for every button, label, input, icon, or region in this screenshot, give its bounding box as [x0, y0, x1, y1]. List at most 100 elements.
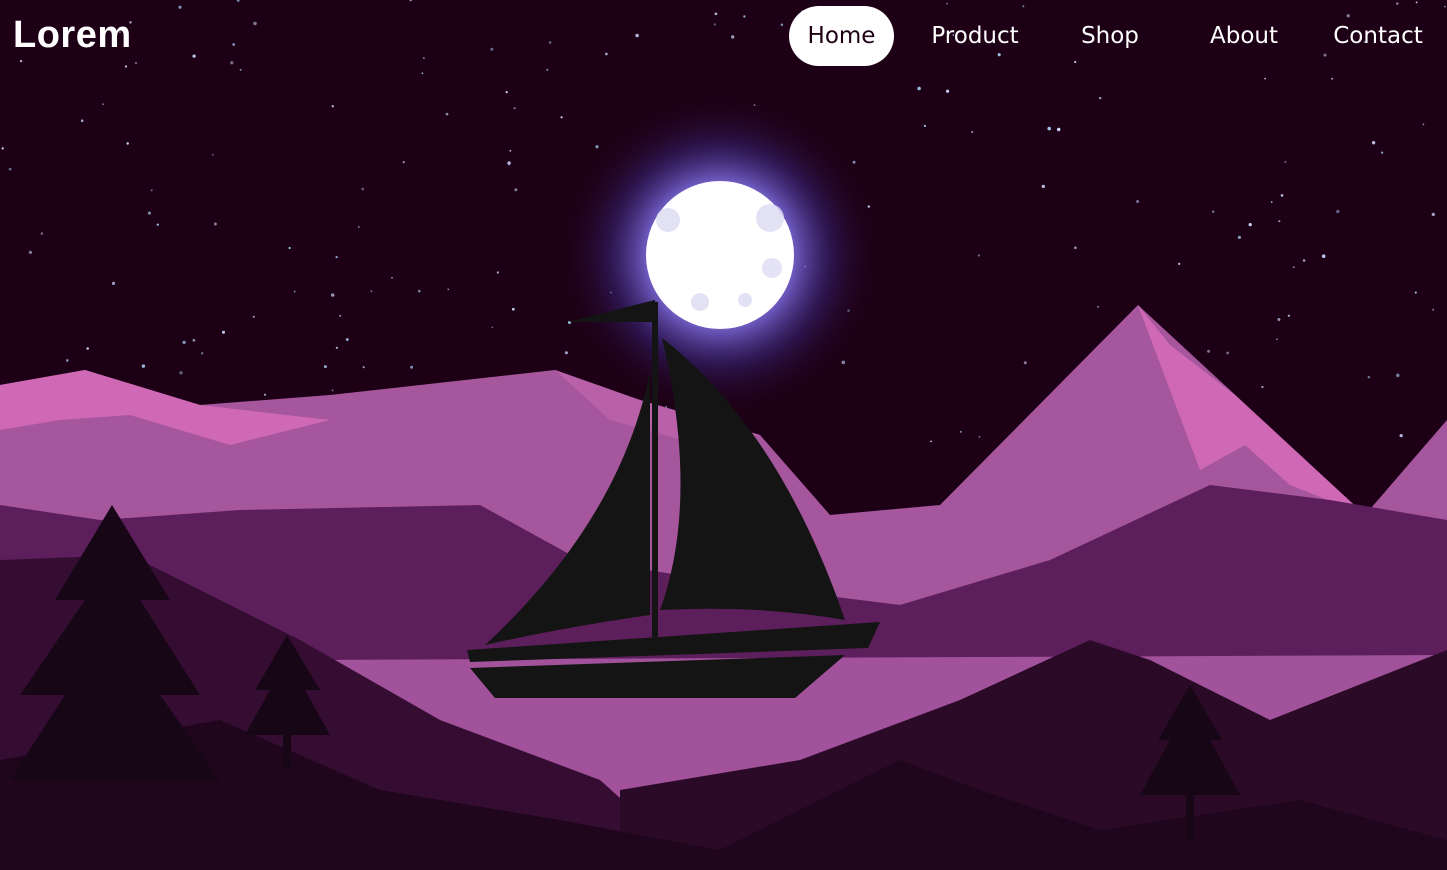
moon-caption: Lorem — [672, 272, 734, 294]
star — [86, 347, 89, 350]
star — [331, 389, 334, 392]
star — [80, 119, 84, 122]
nav-about[interactable]: About — [1198, 6, 1290, 66]
star — [513, 107, 516, 110]
star — [1278, 220, 1281, 223]
star — [263, 393, 267, 396]
star — [923, 124, 927, 128]
star — [147, 211, 151, 215]
star — [1, 147, 4, 150]
star — [514, 188, 518, 192]
nav-home[interactable]: Home — [789, 6, 894, 66]
star — [222, 330, 225, 334]
star — [511, 307, 515, 311]
star — [505, 90, 508, 94]
star — [331, 104, 335, 108]
star — [1264, 77, 1266, 80]
star — [1056, 127, 1061, 132]
star — [971, 131, 974, 133]
star — [370, 290, 373, 293]
star — [977, 254, 980, 257]
star — [1287, 314, 1291, 317]
star — [323, 365, 327, 369]
star — [1367, 375, 1371, 379]
star — [28, 250, 33, 255]
star — [1336, 209, 1340, 214]
star — [192, 338, 196, 342]
star — [410, 365, 414, 369]
star — [852, 160, 856, 164]
star — [339, 314, 342, 317]
star — [1380, 151, 1384, 154]
star — [102, 103, 104, 106]
star — [252, 315, 255, 318]
star — [507, 161, 511, 165]
star — [1280, 194, 1284, 197]
star — [211, 153, 214, 156]
star — [1422, 123, 1425, 126]
star — [1371, 141, 1376, 145]
star — [1321, 254, 1326, 258]
nav-product[interactable]: Product — [920, 6, 1030, 66]
star — [1099, 96, 1102, 100]
star — [509, 149, 512, 152]
star — [564, 351, 568, 355]
star — [150, 189, 153, 192]
star — [1047, 126, 1051, 131]
star — [1261, 385, 1264, 389]
star — [182, 340, 186, 345]
star — [179, 371, 183, 375]
star — [335, 346, 339, 349]
star — [841, 360, 846, 365]
star — [445, 112, 449, 116]
star — [1432, 308, 1435, 311]
star — [8, 167, 12, 171]
star — [1277, 317, 1281, 322]
star — [595, 145, 599, 149]
star — [1414, 291, 1417, 294]
star — [917, 86, 921, 91]
star — [293, 290, 296, 293]
star — [1023, 361, 1027, 365]
star — [1136, 200, 1140, 203]
star — [1270, 201, 1273, 203]
star — [1211, 210, 1215, 214]
star — [141, 364, 146, 368]
star — [567, 320, 572, 324]
star — [496, 271, 500, 274]
star — [345, 338, 349, 341]
star — [1248, 222, 1252, 227]
star — [1292, 266, 1295, 269]
star — [1237, 235, 1241, 239]
star — [156, 223, 160, 226]
star — [1331, 77, 1334, 80]
star — [1041, 184, 1045, 189]
star — [357, 226, 360, 228]
star — [288, 246, 291, 250]
hero-background — [0, 0, 1447, 870]
star — [560, 116, 563, 119]
star — [1302, 259, 1306, 262]
star — [1284, 160, 1287, 163]
star — [1396, 373, 1400, 378]
star — [930, 440, 932, 443]
star — [1074, 246, 1077, 250]
moon — [646, 181, 794, 329]
star — [66, 359, 69, 362]
nav-contact[interactable]: Contact — [1328, 6, 1428, 66]
nav-shop[interactable]: Shop — [1068, 6, 1152, 66]
star — [361, 187, 365, 191]
star — [491, 326, 494, 329]
star — [111, 281, 116, 286]
star — [1226, 351, 1229, 355]
star — [978, 435, 981, 438]
star — [417, 289, 421, 293]
star — [1207, 349, 1211, 353]
star — [1178, 262, 1181, 265]
star — [201, 352, 204, 355]
star — [362, 366, 365, 369]
star — [126, 142, 129, 145]
star — [213, 222, 217, 226]
star — [959, 431, 962, 433]
star — [946, 89, 950, 93]
